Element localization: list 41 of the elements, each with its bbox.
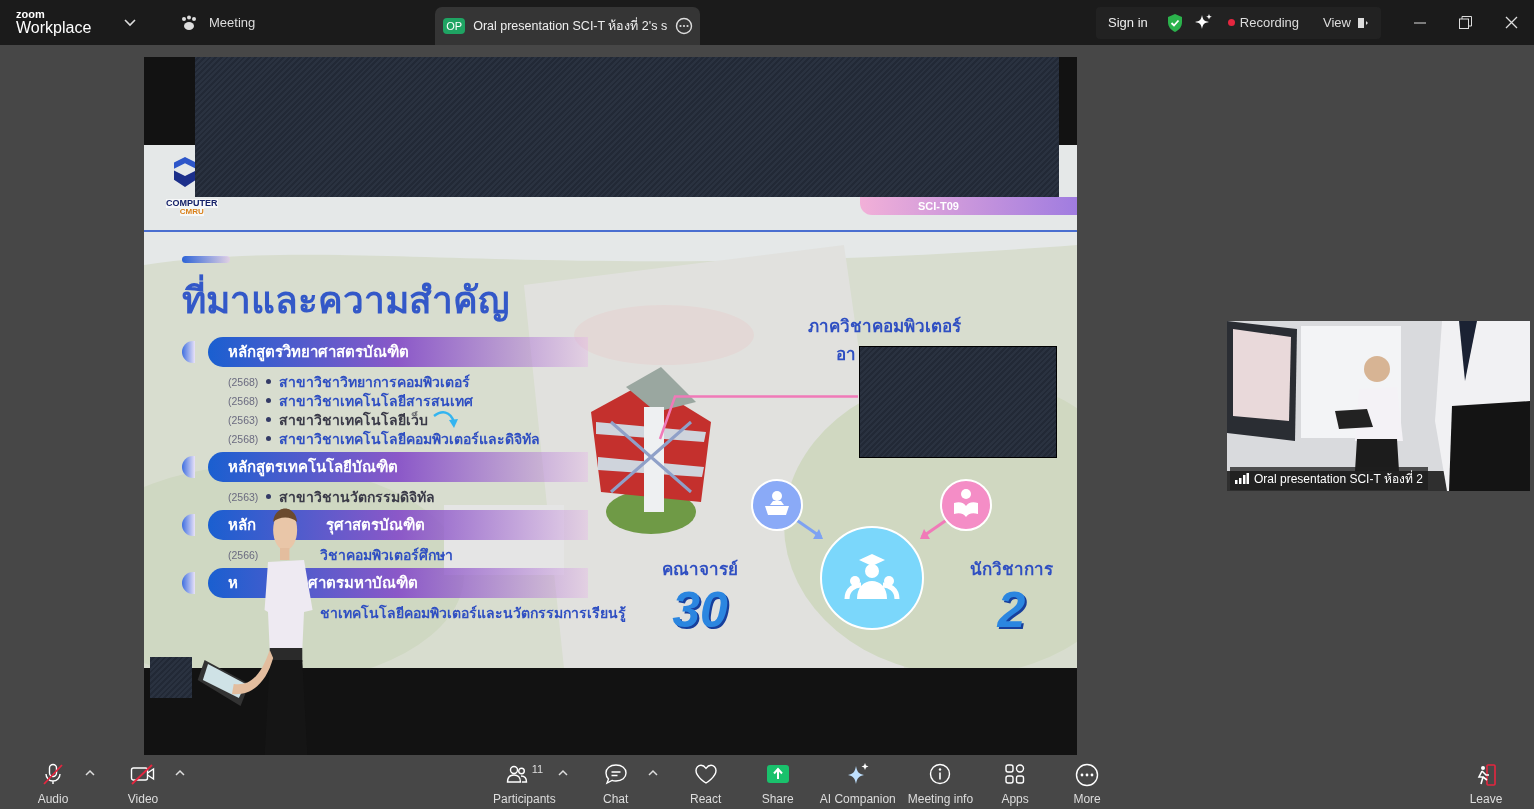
participant-count: 11 [531,762,544,775]
caret-icon[interactable] [85,768,95,776]
participants-button[interactable]: 11 Participants [487,758,562,806]
apps-icon [1004,762,1027,785]
react-button[interactable]: React [669,758,742,806]
participant-name: Oral presentation SCI-T ห้องที่ 2 [1254,469,1423,488]
chat-button[interactable]: Chat [579,758,652,806]
recording-indicator[interactable]: Recording [1227,15,1300,30]
apps-button[interactable]: Apps [979,758,1052,806]
info-button[interactable]: Meeting info [901,758,980,806]
view-button[interactable]: View [1323,15,1369,30]
layout-icon [1357,16,1369,29]
more-button[interactable]: More [1051,758,1124,806]
meeting-menu[interactable]: Meeting [209,15,256,30]
caret-icon[interactable] [124,18,136,27]
restore-icon[interactable] [1459,16,1472,29]
heart-icon [693,762,718,785]
info-icon [929,762,952,785]
paw-icon[interactable] [180,14,198,31]
meeting-tab[interactable]: OP Oral presentation SCI-T ห้องที่ 2's s [435,7,701,45]
share-button[interactable]: Share [741,758,814,806]
minimize-icon[interactable] [1414,21,1426,24]
more-icon[interactable] [675,17,694,35]
redaction-block [150,657,192,698]
brand-small-text: zoom [16,9,46,20]
video-button[interactable]: Video [107,758,179,806]
ai-button[interactable]: AI Companion [813,758,902,806]
close-icon[interactable] [1505,16,1518,29]
audio-button[interactable]: Audio [17,758,89,806]
tab-badge: OP [443,18,466,34]
leave-button[interactable]: Leave [1450,758,1522,806]
caret-icon[interactable] [175,768,185,776]
signal-icon [1235,473,1249,484]
shield-icon[interactable] [1165,12,1184,33]
more-icon [1075,762,1100,787]
sign-in-button[interactable]: Sign in [1108,15,1156,30]
brand-name: Workplace [16,20,93,36]
caret-icon[interactable] [647,768,658,776]
video-tile[interactable]: Oral presentation SCI-T ห้องที่ 2 [1227,321,1530,491]
chat-bubble-icon [603,762,628,785]
caret-icon[interactable] [557,768,568,776]
